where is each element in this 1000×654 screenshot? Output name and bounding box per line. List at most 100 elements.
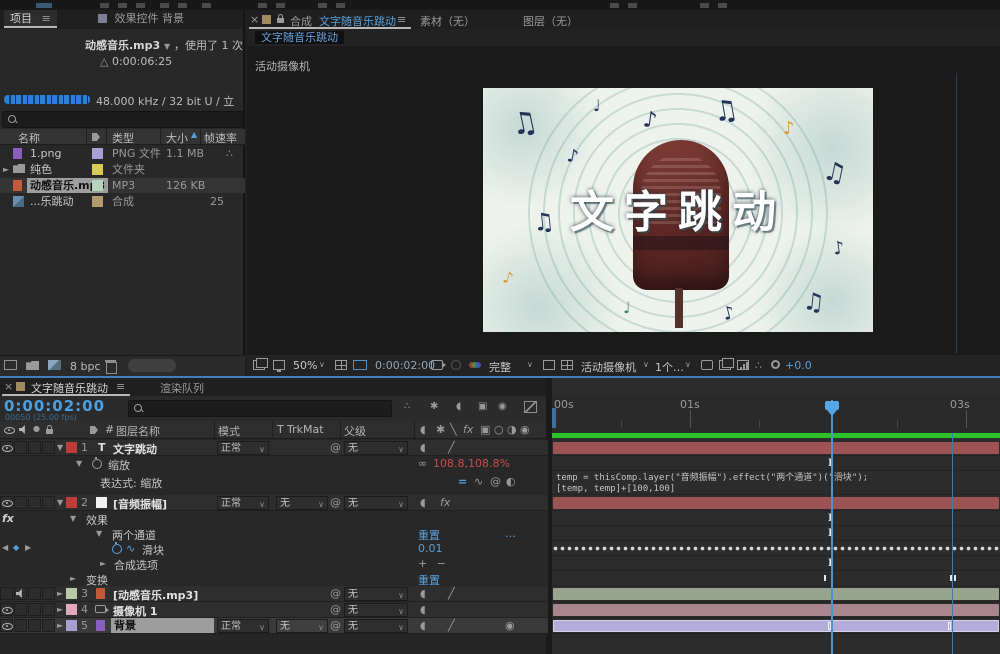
video-column-icon[interactable] — [4, 427, 15, 434]
table-row-selected[interactable]: 动感音乐.mp3 MP3 126 KB — [0, 178, 245, 193]
col-type[interactable]: 类型 — [112, 130, 134, 146]
lock-icon[interactable] — [277, 14, 284, 23]
effect-row-both-channels[interactable]: ▼ 两个通道 重置 … — [0, 526, 548, 542]
blend-mode-dropdown[interactable]: 正常 ∨ — [217, 496, 269, 510]
slider-value[interactable]: 0.01 — [418, 542, 443, 555]
expander-icon[interactable]: ► — [100, 559, 106, 568]
motion-blur-icon[interactable]: ◉ — [498, 401, 511, 413]
expander-icon[interactable]: ▼ — [96, 529, 102, 538]
switch-fx-icon[interactable]: fx — [463, 423, 473, 436]
flowchart-icon[interactable]: ∴ — [755, 359, 762, 372]
trkmat-dropdown[interactable]: 无 ∨ — [276, 496, 328, 510]
layer-bar-background-selected[interactable] — [553, 620, 999, 632]
parent-pickwhip-icon[interactable]: @ — [330, 441, 341, 454]
bit-depth-label[interactable]: 8 bpc — [70, 360, 101, 373]
parent-pickwhip-icon[interactable]: @ — [330, 587, 341, 600]
col-size[interactable]: 大小 — [166, 130, 188, 146]
eye-icon[interactable] — [2, 445, 13, 452]
col-trkmat[interactable]: TrkMat — [287, 423, 324, 436]
sort-ascending-icon[interactable]: ▲ — [191, 130, 197, 139]
expression-text-line2[interactable]: [temp, temp]+[100,100] — [556, 484, 675, 495]
tab-render-queue[interactable]: 渲染队列 — [160, 380, 204, 396]
layer-color-swatch[interactable] — [66, 604, 77, 615]
parent-pickwhip-icon[interactable]: @ — [330, 496, 341, 509]
table-row[interactable]: ► 纯色 文件夹 — [0, 162, 245, 177]
eye-icon[interactable] — [2, 623, 13, 630]
snapshot-camera-icon[interactable] — [431, 360, 446, 370]
expander-icon[interactable]: ► — [57, 605, 63, 614]
layer-name[interactable]: [动感音乐.mp3] — [113, 587, 198, 603]
speaker-icon[interactable] — [16, 589, 22, 598]
options-ellipsis[interactable]: … — [505, 527, 516, 540]
time-ruler[interactable]: 00s 01s 03s — [552, 396, 1000, 434]
number-column-icon[interactable]: # — [105, 423, 114, 436]
comp-breadcrumb[interactable]: 文字随音乐跳动 — [255, 31, 344, 44]
parent-dropdown[interactable]: 无 ∨ — [344, 587, 408, 601]
switch-3d-icon[interactable]: ◉ — [520, 423, 530, 436]
quality-switch[interactable]: ◖ — [420, 496, 426, 509]
expander-icon[interactable]: ► — [57, 589, 63, 598]
layer-color-swatch[interactable] — [66, 497, 77, 508]
pixel-aspect-icon[interactable] — [701, 360, 713, 370]
add-remove-buttons[interactable]: + − — [418, 557, 449, 570]
group-row-transform[interactable]: ► 变换 重置 — [0, 571, 548, 587]
next-keyframe-icon[interactable]: ▶ — [25, 543, 31, 552]
timeline-search-input[interactable] — [128, 400, 392, 417]
expander-icon[interactable]: ▼ — [57, 498, 63, 507]
parent-dropdown[interactable]: 无 ∨ — [344, 441, 408, 455]
tab-footage[interactable]: 素材（无） — [420, 13, 475, 29]
quality-switch[interactable]: ◖ — [420, 441, 426, 454]
col-mode[interactable]: 模式 — [218, 423, 240, 439]
link-dimensions-icon[interactable]: ∞ — [418, 457, 427, 470]
group-row-effects[interactable]: fx ▼ 效果 — [0, 511, 548, 527]
group-row-compositing-options[interactable]: ► 合成选项 + − — [0, 556, 548, 572]
prev-keyframe-icon[interactable]: ◀ — [2, 543, 8, 552]
always-preview-icon[interactable] — [253, 358, 268, 370]
stopwatch-icon[interactable] — [92, 457, 102, 469]
layer-bar-camera[interactable] — [553, 604, 999, 616]
expander-icon[interactable]: ► — [57, 621, 63, 630]
new-folder-icon[interactable] — [26, 361, 39, 370]
tab-effect-controls[interactable]: 效果控件 背景 — [92, 10, 190, 28]
frame-blending-icon[interactable]: ▣ — [478, 401, 491, 413]
switch-adjustment-icon[interactable]: ◑ — [507, 423, 517, 436]
chevron-down-icon[interactable]: ∨ — [319, 360, 325, 369]
layer-color-swatch[interactable] — [66, 442, 77, 453]
scrollbar-thumb[interactable] — [128, 359, 176, 372]
channel-settings-icon[interactable] — [469, 361, 481, 369]
layer-name[interactable]: 背景 — [111, 618, 214, 633]
preview-dropdown-icon[interactable]: ▼ — [164, 42, 170, 51]
expander-icon[interactable]: ► — [70, 574, 76, 583]
label-column-icon[interactable] — [90, 426, 98, 434]
solo-column-icon[interactable]: ● — [33, 424, 40, 433]
playhead-line[interactable] — [831, 400, 833, 654]
col-t-icon[interactable]: T — [277, 423, 284, 436]
layer-name[interactable]: 文字跳动 — [113, 441, 157, 457]
audio-column-icon[interactable] — [19, 425, 25, 434]
quality-slash-switch[interactable]: ╱ — [448, 619, 455, 632]
expression-language-icon[interactable]: ◐ — [506, 475, 516, 488]
eye-icon[interactable] — [2, 607, 13, 614]
layer-color-swatch[interactable] — [66, 588, 77, 599]
label-column-icon[interactable] — [92, 133, 100, 141]
expression-text-line1[interactable]: temp = thisComp.layer("音频振幅").effect("两个… — [556, 473, 868, 484]
layer-color-swatch[interactable] — [66, 620, 77, 631]
switch-frameblend-icon[interactable]: ▣ — [480, 423, 490, 436]
quality-slash-switch[interactable]: ╱ — [448, 587, 455, 600]
magnification-dropdown[interactable]: 50% — [293, 359, 317, 372]
tab-project[interactable]: 项目 ≡ — [4, 10, 57, 28]
motion-blur-switch[interactable]: ◉ — [505, 619, 515, 632]
property-row-scale[interactable]: ▼ 缩放 ∞ 108.8,108.8% — [0, 456, 548, 472]
chevron-down-icon[interactable]: ∨ — [643, 360, 649, 369]
graph-editor-icon[interactable] — [524, 401, 537, 413]
panel-menu-icon[interactable]: ≡ — [397, 13, 406, 26]
expression-row[interactable]: 表达式: 缩放 = ∿ @ ◐ — [0, 471, 548, 495]
blend-mode-dropdown[interactable]: 正常 ∨ — [217, 619, 269, 633]
col-framerate[interactable]: 帧速率 — [204, 130, 237, 146]
table-row[interactable]: 1.png PNG 文件 1.1 MB ∴ — [0, 146, 245, 161]
parent-dropdown[interactable]: 无 ∨ — [344, 603, 408, 617]
quality-switch[interactable]: ◖ — [420, 619, 426, 632]
blend-mode-dropdown[interactable]: 正常 ∨ — [217, 441, 269, 455]
layer-name[interactable]: [音频振幅] — [113, 496, 167, 512]
col-parent[interactable]: 父级 — [344, 423, 366, 439]
